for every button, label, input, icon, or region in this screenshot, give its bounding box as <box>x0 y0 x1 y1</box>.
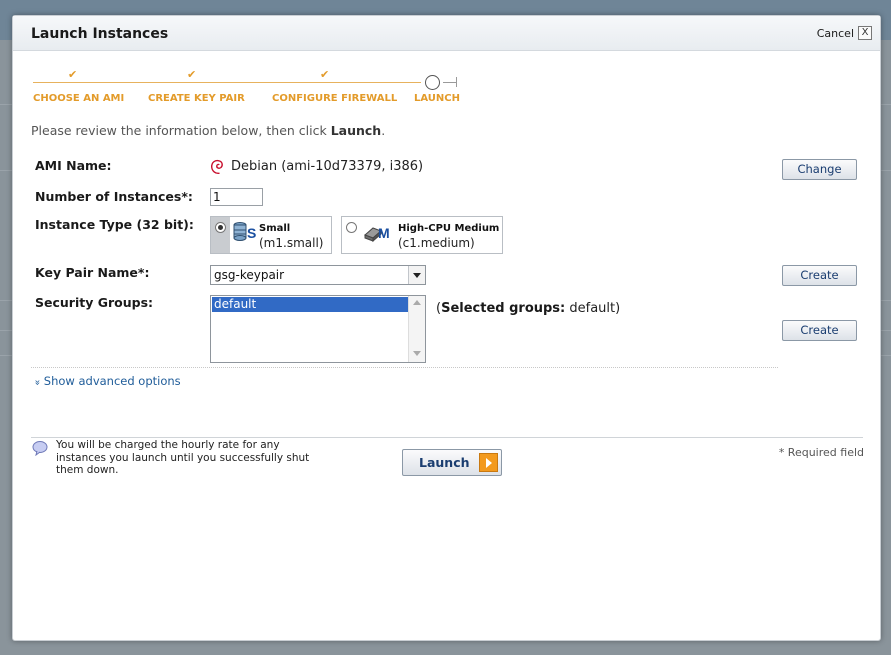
high-cpu-medium-option-name: High-CPU Medium <box>398 223 500 234</box>
speech-bubble-icon <box>32 441 48 456</box>
instance-type-label: Instance Type (32 bit): <box>35 217 194 232</box>
size-badge-medium: M <box>378 225 390 241</box>
size-badge-small: S <box>247 225 256 241</box>
wizard-end-tick <box>456 77 457 87</box>
step-done-check-icon: ✔ <box>187 68 197 81</box>
required-field-note: * Required field <box>778 446 864 459</box>
charge-notice: You will be charged the hourly rate for … <box>56 439 310 476</box>
wizard-step-choose-ami[interactable]: CHOOSE AN AMI <box>33 93 124 104</box>
dialog-header: Launch Instances Cancel X <box>13 16 880 51</box>
ami-name-label: AMI Name: <box>35 158 112 173</box>
high-cpu-medium-option-code: (c1.medium) <box>398 236 475 250</box>
scroll-down-icon[interactable] <box>413 351 421 356</box>
security-groups-label: Security Groups: <box>35 295 154 310</box>
launch-button[interactable]: Launch <box>402 449 502 476</box>
security-group-item-default[interactable]: default <box>212 297 408 312</box>
show-advanced-options-label: Show advanced options <box>43 374 181 388</box>
create-security-group-button[interactable]: Create <box>782 320 857 341</box>
intro-text: Please review the information below, the… <box>31 123 386 138</box>
dialog-title: Launch Instances <box>31 26 169 42</box>
key-pair-select[interactable]: gsg-keypair <box>210 265 426 285</box>
cpu-chip-icon: M <box>364 225 390 243</box>
section-divider <box>31 367 778 368</box>
close-icon[interactable]: X <box>858 26 872 40</box>
security-groups-listbox[interactable]: default <box>210 295 426 363</box>
debian-swirl-icon <box>211 159 223 175</box>
cancel-link[interactable]: Cancel <box>817 27 854 40</box>
small-option-code: (m1.small) <box>259 236 324 250</box>
small-radio[interactable] <box>215 222 226 233</box>
double-chevron-down-icon: » <box>31 379 43 386</box>
small-option-name: Small <box>259 223 291 234</box>
play-arrow-icon <box>479 453 498 472</box>
launch-button-label: Launch <box>419 455 470 470</box>
listbox-scrollbar[interactable] <box>408 296 425 362</box>
chevron-down-icon[interactable] <box>408 266 425 284</box>
wizard-step-create-key-pair[interactable]: CREATE KEY PAIR <box>148 93 245 104</box>
server-stack-icon: S <box>233 222 256 241</box>
key-pair-name-label: Key Pair Name*: <box>35 265 150 280</box>
step-done-check-icon: ✔ <box>68 68 78 81</box>
wizard-progress-line <box>33 82 421 83</box>
high-cpu-medium-radio[interactable] <box>346 222 357 233</box>
instance-type-option-small[interactable]: S Small (m1.small) <box>210 216 332 254</box>
instance-type-option-high-cpu-medium[interactable]: M High-CPU Medium (c1.medium) <box>341 216 503 254</box>
number-of-instances-input[interactable]: 1 <box>210 188 263 206</box>
launch-instances-dialog: Launch Instances Cancel X ✔ ✔ ✔ CHOOSE A… <box>12 15 881 641</box>
current-step-circle-icon <box>425 75 440 90</box>
show-advanced-options-link[interactable]: » Show advanced options <box>31 374 181 388</box>
ami-name-value: Debian (ami-10d73379, i386) <box>231 159 424 174</box>
step-done-check-icon: ✔ <box>320 68 330 81</box>
create-key-pair-button[interactable]: Create <box>782 265 857 286</box>
wizard-step-launch: LAUNCH <box>414 93 461 104</box>
number-of-instances-label: Number of Instances*: <box>35 189 193 204</box>
selected-groups-summary: (Selected groups: default) <box>436 301 621 316</box>
wizard-remaining-line <box>443 82 457 83</box>
scroll-up-icon[interactable] <box>413 300 421 305</box>
key-pair-selected-value: gsg-keypair <box>214 268 285 282</box>
footer-divider <box>31 437 863 438</box>
wizard-step-configure-firewall[interactable]: CONFIGURE FIREWALL <box>272 93 397 104</box>
change-ami-button[interactable]: Change <box>782 159 857 180</box>
